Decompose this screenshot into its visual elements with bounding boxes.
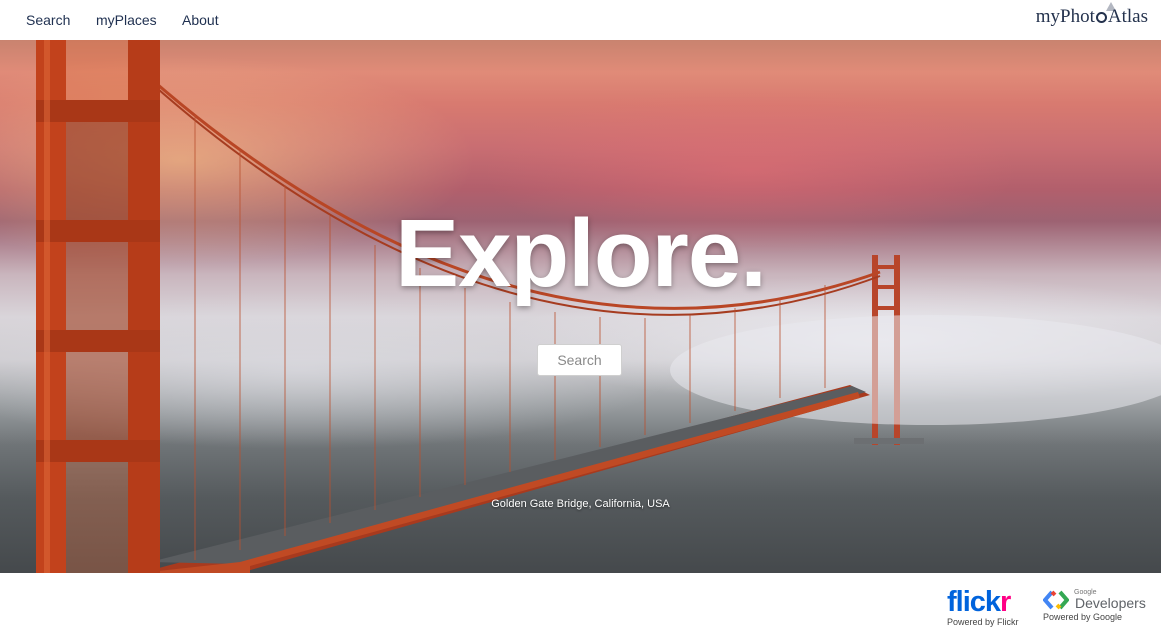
top-navbar: Search myPlaces About myPhot Atlas xyxy=(0,0,1161,40)
nav-link-about[interactable]: About xyxy=(182,12,219,28)
developers-label: Developers xyxy=(1075,595,1146,611)
logo-text-part1: myPhot xyxy=(1035,6,1095,27)
nav-link-myplaces[interactable]: myPlaces xyxy=(96,12,157,28)
hero-search-button[interactable]: Search xyxy=(537,344,622,376)
camera-lens-icon xyxy=(1095,12,1107,23)
nav-link-search[interactable]: Search xyxy=(26,12,70,28)
google-small-label: Google xyxy=(1074,589,1097,596)
powered-by-flickr-text: Powered by Flickr xyxy=(947,617,1019,627)
eiffel-tower-icon xyxy=(1105,2,1116,11)
near-bridge-tower xyxy=(36,40,160,573)
google-developers-icon xyxy=(1043,590,1069,610)
hero-title: Explore. xyxy=(395,200,767,307)
google-developers-attribution[interactable]: Google Developers Powered by Google xyxy=(1043,589,1146,622)
flickr-attribution[interactable]: flickr Powered by Flickr xyxy=(947,587,1019,627)
flickr-logo: flickr xyxy=(947,586,1011,618)
app-logo[interactable]: myPhot Atlas xyxy=(1035,2,1148,28)
powered-by-google-text: Powered by Google xyxy=(1043,612,1123,622)
hero-banner: Explore. Search Golden Gate Bridge, Cali… xyxy=(0,40,1161,573)
photo-caption: Golden Gate Bridge, California, USA xyxy=(491,498,670,510)
logo-text-part2: Atlas xyxy=(1105,2,1148,28)
